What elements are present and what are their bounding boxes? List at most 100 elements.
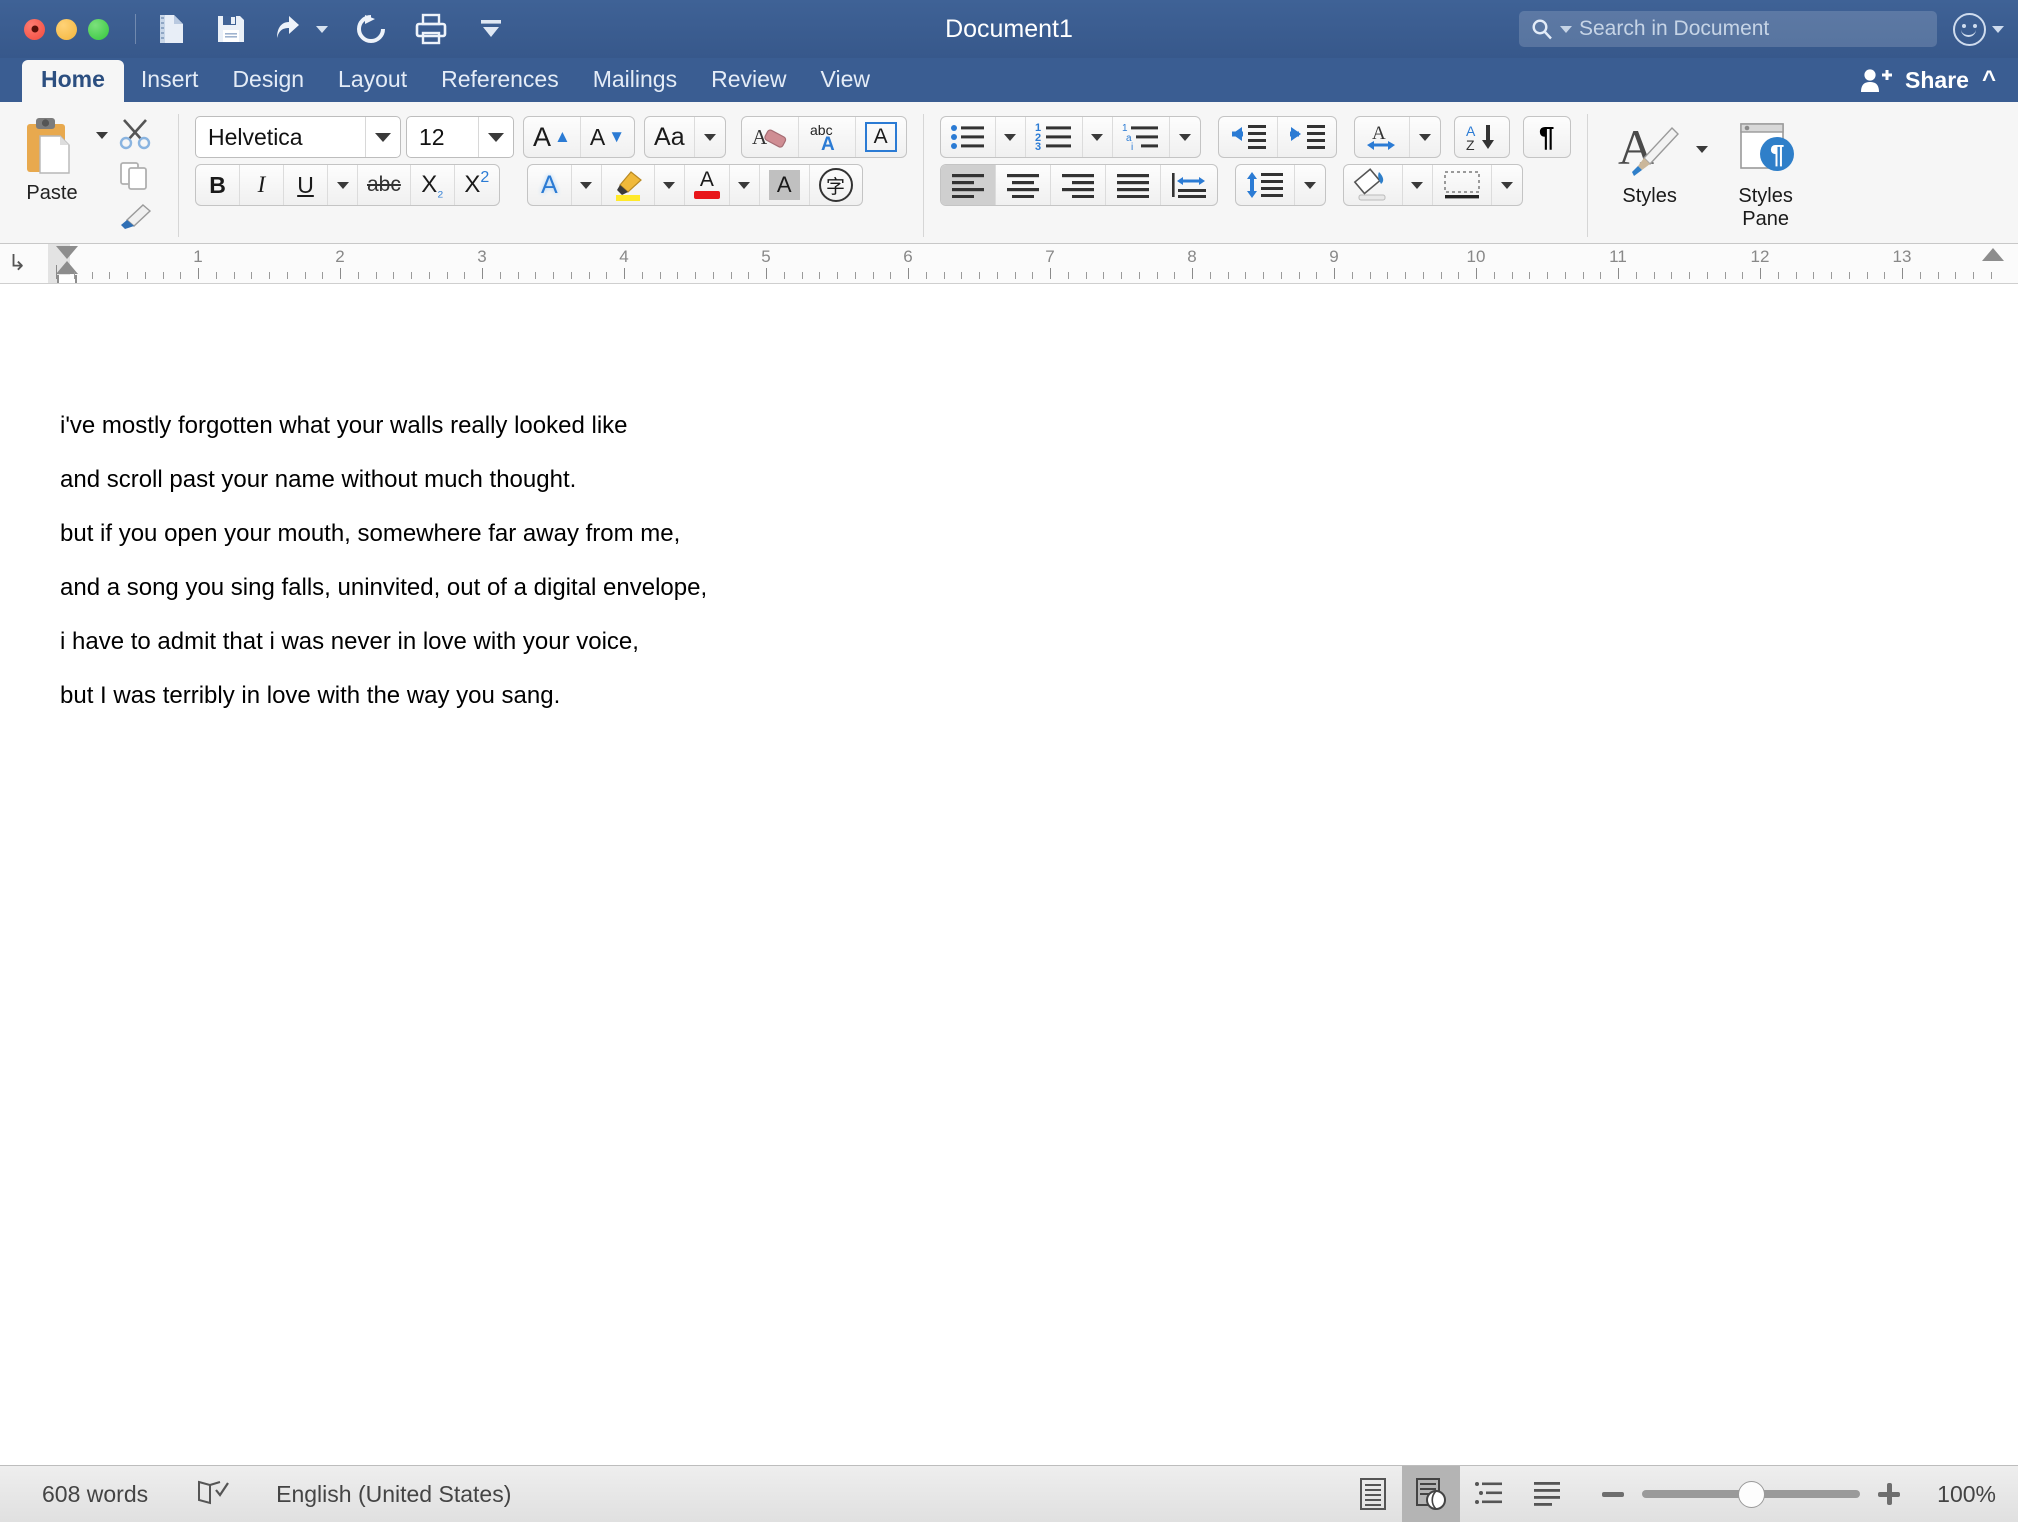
zoom-slider[interactable]	[1642, 1481, 1860, 1508]
superscript-button[interactable]: X2	[455, 165, 499, 205]
clear-formatting-button[interactable]: A	[742, 117, 799, 157]
align-center-button[interactable]	[996, 165, 1051, 205]
change-case-dropdown[interactable]	[695, 117, 725, 157]
font-color-dropdown-icon[interactable]	[730, 165, 760, 205]
grow-font-button[interactable]: A ▲	[524, 117, 581, 157]
undo-dropdown-icon[interactable]	[316, 25, 328, 33]
font-name-dropdown-icon[interactable]	[375, 132, 391, 142]
feedback-smiley-icon[interactable]	[1953, 12, 1986, 46]
text-direction-dropdown-icon[interactable]	[1410, 117, 1440, 157]
highlight-dropdown-icon[interactable]	[655, 165, 685, 205]
text-effects-dropdown-icon[interactable]	[572, 165, 602, 205]
highlight-button[interactable]	[602, 165, 655, 205]
draft-view-button[interactable]	[1518, 1466, 1576, 1522]
maximize-window-button[interactable]	[88, 18, 109, 40]
close-window-button[interactable]	[24, 18, 45, 40]
font-color-button[interactable]: A	[685, 165, 730, 205]
bullets-button[interactable]	[941, 117, 996, 157]
asian-layout-button[interactable]: 字	[810, 165, 862, 205]
document-line[interactable]: but if you open your mouth, somewhere fa…	[60, 522, 2018, 546]
shading-button[interactable]	[1344, 165, 1403, 205]
line-spacing-dropdown-icon[interactable]	[1295, 165, 1325, 205]
strikethrough-button[interactable]: abc	[358, 165, 411, 205]
character-shading-button[interactable]: A	[760, 165, 810, 205]
borders-button[interactable]	[1433, 165, 1492, 205]
font-size-combo[interactable]: 12	[406, 116, 514, 158]
sort-button[interactable]: A Z	[1453, 116, 1510, 158]
chevron-up-icon[interactable]: ^	[1982, 66, 1996, 94]
share-button[interactable]: Share	[1905, 67, 1969, 94]
spelling-button[interactable]: abc A	[799, 117, 856, 157]
multilevel-list-button[interactable]: 1 a i	[1113, 117, 1170, 157]
word-count[interactable]: 608 words	[42, 1481, 148, 1508]
document-line[interactable]: but I was terribly in love with the way …	[60, 684, 2018, 708]
align-right-button[interactable]	[1051, 165, 1106, 205]
paste-dropdown-icon[interactable]	[96, 132, 108, 139]
multilevel-dropdown-icon[interactable]	[1170, 117, 1200, 157]
undo-icon[interactable]	[274, 12, 308, 46]
web-layout-view-button[interactable]	[1402, 1466, 1460, 1522]
styles-button[interactable]: A Styles	[1604, 116, 1696, 208]
font-name-combo[interactable]: Helvetica	[195, 116, 401, 158]
tab-references[interactable]: References	[424, 60, 576, 102]
tab-review[interactable]: Review	[694, 60, 803, 102]
text-box-button[interactable]: A	[856, 117, 906, 157]
customize-toolbar-icon[interactable]	[474, 12, 508, 46]
italic-button[interactable]: I	[240, 165, 284, 205]
justify-button[interactable]	[1106, 165, 1161, 205]
tab-view[interactable]: View	[804, 60, 887, 102]
new-document-icon[interactable]	[154, 12, 188, 46]
redo-icon[interactable]	[354, 12, 388, 46]
tab-layout[interactable]: Layout	[321, 60, 424, 102]
tab-stop-icon[interactable]: ↳	[8, 250, 26, 276]
tab-design[interactable]: Design	[215, 60, 321, 102]
document-line[interactable]: i have to admit that i was never in love…	[60, 630, 2018, 654]
increase-indent-button[interactable]	[1278, 117, 1336, 157]
document-line[interactable]: and scroll past your name without much t…	[60, 468, 2018, 492]
bullets-dropdown-icon[interactable]	[996, 117, 1026, 157]
save-icon[interactable]	[214, 12, 248, 46]
underline-dropdown-icon[interactable]	[328, 165, 358, 205]
cut-button[interactable]	[118, 118, 152, 155]
zoom-slider-handle[interactable]	[1738, 1481, 1765, 1508]
numbering-dropdown-icon[interactable]	[1083, 117, 1113, 157]
print-icon[interactable]	[414, 12, 448, 46]
styles-dropdown-icon[interactable]	[1695, 146, 1708, 153]
search-scope-dropdown-icon[interactable]	[1560, 25, 1572, 33]
distribute-button[interactable]	[1161, 165, 1217, 205]
line-spacing-button[interactable]	[1236, 165, 1295, 205]
shading-dropdown-icon[interactable]	[1403, 165, 1433, 205]
shrink-font-button[interactable]: A ▼	[581, 117, 634, 157]
spell-check-icon[interactable]	[196, 1478, 230, 1511]
text-direction-button[interactable]: A	[1355, 117, 1410, 157]
language-label[interactable]: English (United States)	[276, 1481, 511, 1508]
search-input[interactable]: Search in Document	[1519, 11, 1937, 47]
tab-home[interactable]: Home	[22, 60, 124, 102]
outline-view-button[interactable]	[1460, 1466, 1518, 1522]
font-size-dropdown-icon[interactable]	[488, 132, 504, 142]
tab-mailings[interactable]: Mailings	[576, 60, 694, 102]
align-left-button[interactable]	[940, 165, 996, 205]
paste-button[interactable]: Paste	[8, 108, 96, 205]
subscript-button[interactable]: X₂	[411, 165, 455, 205]
document-canvas[interactable]: i've mostly forgotten what your walls re…	[0, 284, 2018, 1465]
underline-button[interactable]: U	[284, 165, 328, 205]
document-line[interactable]: i've mostly forgotten what your walls re…	[60, 414, 2018, 438]
format-painter-button[interactable]	[117, 202, 153, 237]
show-formatting-marks-button[interactable]: ¶	[1522, 116, 1571, 158]
zoom-level-label[interactable]: 100%	[1918, 1481, 2002, 1508]
change-case-button[interactable]: Aa	[645, 117, 695, 157]
numbering-button[interactable]: 1 2 3	[1026, 117, 1083, 157]
horizontal-ruler[interactable]: ↳ 1 2 3 4 5 6 7 8 9 10 11 12 13	[0, 244, 2018, 284]
borders-dropdown-icon[interactable]	[1492, 165, 1522, 205]
decrease-indent-button[interactable]	[1219, 117, 1278, 157]
print-layout-view-button[interactable]	[1344, 1466, 1402, 1522]
zoom-out-button[interactable]	[1602, 1491, 1624, 1497]
tab-insert[interactable]: Insert	[124, 60, 216, 102]
zoom-in-button[interactable]	[1878, 1483, 1900, 1505]
feedback-dropdown-icon[interactable]	[1992, 25, 2004, 33]
minimize-window-button[interactable]	[56, 18, 77, 40]
undo-group[interactable]	[274, 12, 328, 46]
document-line[interactable]: and a song you sing falls, uninvited, ou…	[60, 576, 2018, 600]
styles-pane-button[interactable]: ¶ Styles Pane	[1720, 116, 1812, 231]
